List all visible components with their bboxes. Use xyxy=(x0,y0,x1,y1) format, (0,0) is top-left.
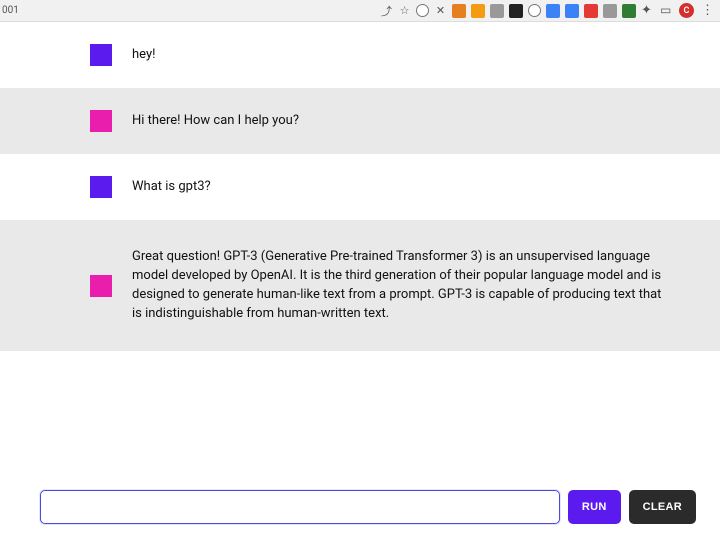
extension-icon[interactable] xyxy=(490,4,504,18)
message-text: hey! xyxy=(132,46,155,65)
prompt-input[interactable] xyxy=(40,490,560,524)
chat-container: hey! Hi there! How can I help you? What … xyxy=(0,22,720,540)
message-row: Hi there! How can I help you? xyxy=(0,88,720,154)
message-row: hey! xyxy=(0,22,720,88)
message-text: Hi there! How can I help you? xyxy=(132,112,299,131)
menu-icon[interactable]: ⋮ xyxy=(699,3,716,18)
message-list: hey! Hi there! How can I help you? What … xyxy=(0,22,720,351)
extensions-icon[interactable]: ✦ xyxy=(641,4,655,18)
star-icon[interactable]: ☆ xyxy=(398,4,411,17)
user-avatar xyxy=(90,44,112,66)
mute-icon[interactable]: ✕ xyxy=(434,4,447,17)
bot-avatar xyxy=(90,275,112,297)
input-row: RUN CLEAR xyxy=(0,490,720,524)
extension-icon[interactable] xyxy=(622,4,636,18)
extension-icon[interactable] xyxy=(416,4,429,17)
browser-toolbar: 001 ⤴ ☆ ✕ ✦ ▭ C ⋮ xyxy=(0,0,720,22)
message-row: Great question! GPT-3 (Generative Pre-tr… xyxy=(0,220,720,351)
bot-avatar xyxy=(90,110,112,132)
message-text: What is gpt3? xyxy=(132,178,211,197)
extension-icon[interactable] xyxy=(452,4,466,18)
message-text: Great question! GPT-3 (Generative Pre-tr… xyxy=(132,248,662,323)
extension-icon[interactable] xyxy=(471,4,485,18)
extension-icon[interactable] xyxy=(565,4,579,18)
user-avatar xyxy=(90,176,112,198)
run-button[interactable]: RUN xyxy=(568,490,621,524)
toolbar-right: ⤴ ☆ ✕ ✦ ▭ C ⋮ xyxy=(380,3,716,18)
sidepanel-icon[interactable]: ▭ xyxy=(660,4,674,18)
extension-icon[interactable] xyxy=(584,4,598,18)
share-icon[interactable]: ⤴ xyxy=(380,4,393,17)
profile-avatar[interactable]: C xyxy=(679,3,694,18)
extension-icon[interactable] xyxy=(509,4,523,18)
extension-icon[interactable] xyxy=(528,4,541,17)
url-fragment: 001 xyxy=(0,5,19,16)
clear-button[interactable]: CLEAR xyxy=(629,490,696,524)
message-row: What is gpt3? xyxy=(0,154,720,220)
extension-icon[interactable] xyxy=(603,4,617,18)
extension-icon[interactable] xyxy=(546,4,560,18)
